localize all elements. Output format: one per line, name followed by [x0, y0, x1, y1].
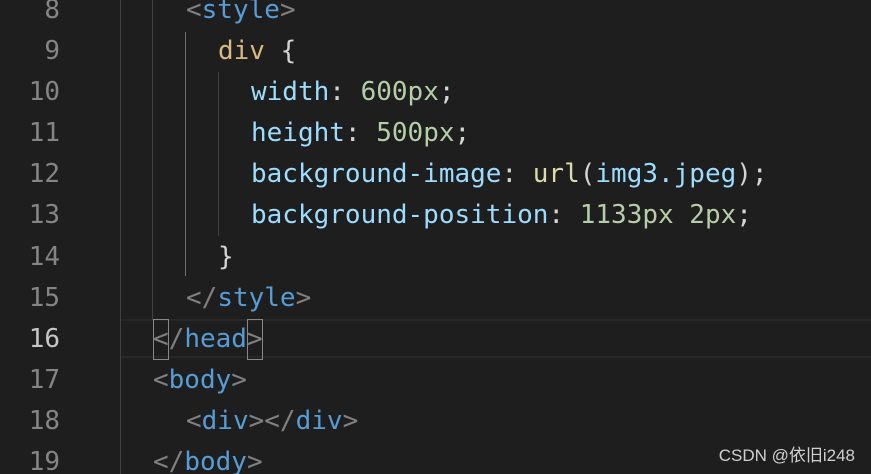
- line-number: 15: [28, 283, 60, 313]
- line-number: 13: [28, 200, 60, 230]
- tag-bracket: </: [153, 447, 185, 474]
- line-number-gutter: 8 9 10 11 12 13 14 15 16 17 18 19: [0, 0, 120, 474]
- code-line-8: <style>: [186, 0, 296, 31]
- watermark: CSDN @依旧i248: [718, 446, 855, 465]
- line-number: 14: [28, 242, 60, 272]
- tag-bracket: >: [246, 447, 263, 474]
- code-line-11: height: 500px;: [251, 113, 470, 154]
- tag-bracket: <: [186, 0, 202, 25]
- colon: :: [344, 118, 377, 148]
- css-value: 600px: [360, 77, 439, 107]
- css-property: width: [251, 77, 330, 107]
- line-number: 10: [28, 77, 60, 107]
- code-line-15: </style>: [186, 278, 311, 319]
- tag-name: style: [217, 283, 296, 313]
- paren-open: (: [579, 159, 596, 189]
- code-line-16: </head>: [153, 319, 263, 360]
- tag-bracket: >: [231, 365, 247, 395]
- tag-bracket: <: [153, 365, 169, 395]
- css-property: background-position: [251, 200, 549, 230]
- css-property: background-image: [251, 159, 502, 189]
- code-line-10: width: 600px;: [251, 72, 455, 113]
- line-number: 17: [28, 365, 60, 395]
- css-value: 500px: [376, 118, 455, 148]
- tag-slash: /: [168, 324, 185, 354]
- colon: :: [548, 200, 580, 230]
- tag-bracket: >: [279, 0, 296, 25]
- tag-name: body: [168, 365, 232, 395]
- tag-bracket: >: [295, 283, 312, 313]
- tag-bracket: </: [186, 283, 218, 313]
- tag-name: head: [184, 324, 247, 354]
- code-line-17: <body>: [153, 360, 247, 401]
- line-number: 18: [28, 406, 60, 436]
- code-line-9: div {: [218, 31, 296, 72]
- tag-name: style: [201, 0, 280, 25]
- line-number-active: 16: [28, 324, 60, 354]
- code-line-13: background-position: 1133px 2px;: [251, 195, 752, 236]
- code-area[interactable]: <style> div { width: 600px; height: 500p…: [153, 0, 871, 474]
- code-line-14: }: [218, 237, 234, 278]
- css-property: height: [251, 118, 345, 148]
- code-line-12: background-image: url(img3.jpeg);: [251, 154, 768, 195]
- paren-close: );: [736, 159, 768, 189]
- tag-name: body: [184, 447, 247, 474]
- tag-bracket: ></: [248, 406, 296, 436]
- line-number: 8: [44, 0, 60, 25]
- css-selector: div: [218, 36, 265, 66]
- line-number: 12: [28, 159, 60, 189]
- line-number: 19: [28, 447, 60, 474]
- css-url-argument: img3.jpeg: [595, 159, 737, 189]
- code-line-18: <div></div>: [186, 401, 358, 442]
- colon: :: [329, 77, 361, 107]
- semicolon: ;: [736, 200, 752, 230]
- css-function: url: [532, 159, 580, 189]
- brace: {: [264, 36, 297, 66]
- tag-bracket: >: [342, 406, 359, 436]
- line-number: 9: [44, 36, 60, 66]
- semicolon: ;: [454, 118, 471, 148]
- matched-bracket-close: >: [246, 319, 263, 360]
- line-number: 11: [28, 118, 60, 148]
- colon: :: [501, 159, 533, 189]
- indent-guide: [120, 0, 121, 474]
- tag-bracket: <: [186, 406, 202, 436]
- tag-name: div: [295, 406, 343, 436]
- semicolon: ;: [438, 77, 455, 107]
- tag-name: div: [201, 406, 249, 436]
- css-value: 1133px 2px: [579, 200, 737, 230]
- matched-bracket-open: <: [153, 319, 169, 360]
- code-line-19: </body>: [153, 442, 263, 474]
- brace: }: [218, 242, 234, 272]
- code-editor[interactable]: 8 9 10 11 12 13 14 15 16 17 18 19 <style…: [0, 0, 871, 474]
